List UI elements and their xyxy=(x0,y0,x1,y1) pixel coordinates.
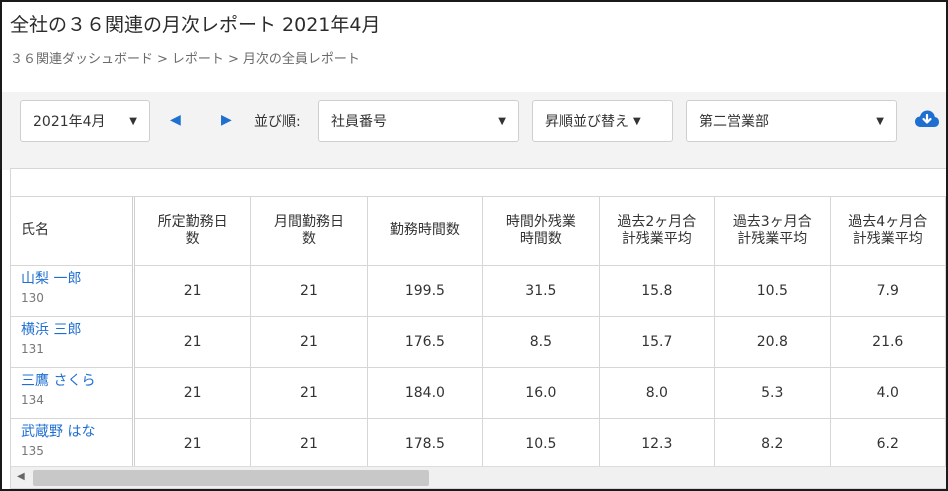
scroll-left-icon[interactable]: ◀ xyxy=(17,471,25,482)
table-cell: 178.5 xyxy=(367,418,484,470)
toolbar: 2021年4月 ▼ ◀ ▶ 並び順: 社員番号 ▼ 昇順並び替え ▼ 第二営業部… xyxy=(2,92,946,150)
table-cell: 6.2 xyxy=(830,418,946,470)
employee-cell: 三鷹 さくら 134 xyxy=(11,367,135,419)
table-cell: 21 xyxy=(250,367,368,419)
employee-id: 134 xyxy=(21,392,44,407)
table-cell: 20.8 xyxy=(714,316,831,368)
table-cell: 15.8 xyxy=(599,265,716,317)
table-cell: 12.3 xyxy=(599,418,716,470)
horizontal-scrollbar[interactable]: ◀ xyxy=(11,466,946,488)
table-cell: 21 xyxy=(133,265,252,317)
triangle-right-icon[interactable]: ▶ xyxy=(221,112,232,128)
sort-order-label: 昇順並び替え xyxy=(545,114,629,130)
employee-cell: 横浜 三郎 131 xyxy=(11,316,135,368)
breadcrumb-report[interactable]: レポート xyxy=(172,48,224,67)
sort-field-value: 社員番号 xyxy=(331,114,387,130)
employee-id: 130 xyxy=(21,290,44,305)
employee-cell: 山梨 一郎 130 xyxy=(11,265,135,317)
sort-label: 並び順: xyxy=(254,114,301,130)
page-header: 全社の３６関連の月次レポート 2021年4月 ３６関連ダッシュボード > レポート >… xyxy=(2,2,946,92)
caret-down-icon: ▼ xyxy=(633,115,641,127)
scrollbar-thumb[interactable] xyxy=(33,470,429,486)
employee-name-link[interactable]: 三鷹 さくら xyxy=(21,372,132,390)
table-cell: 21 xyxy=(133,367,252,419)
table-cell: 8.2 xyxy=(714,418,831,470)
table-cell: 10.5 xyxy=(714,265,831,317)
table-cell: 15.7 xyxy=(599,316,716,368)
table-cell: 16.0 xyxy=(482,367,600,419)
table-cell: 21 xyxy=(133,316,252,368)
column-header-overtime-hours[interactable]: 時間外残業 時間数 xyxy=(482,197,600,266)
breadcrumb-monthly-all: 月次の全員レポート xyxy=(242,52,360,67)
caret-down-icon: ▼ xyxy=(876,115,884,127)
table-cell: 184.0 xyxy=(367,367,484,419)
table-row: 武蔵野 はな 135 21 21 178.5 10.5 12.3 8.2 6.2 xyxy=(11,418,946,470)
table-row: 山梨 一郎 130 21 21 199.5 31.5 15.8 10.5 7.9 xyxy=(11,265,946,317)
sort-order-button[interactable]: 昇順並び替え ▼ xyxy=(532,100,673,142)
employee-cell: 武蔵野 はな 135 xyxy=(11,418,135,470)
table-row: 三鷹 さくら 134 21 21 184.0 16.0 8.0 5.3 4.0 xyxy=(11,367,946,419)
table-cell: 10.5 xyxy=(482,418,600,470)
table-cell: 21 xyxy=(250,418,368,470)
department-select[interactable]: 第二営業部 ▼ xyxy=(686,100,897,142)
employee-id: 135 xyxy=(21,443,44,458)
page-title: 全社の３６関連の月次レポート 2021年4月 xyxy=(10,14,381,36)
table-cell: 8.5 xyxy=(482,316,600,368)
table-cell: 8.0 xyxy=(599,367,716,419)
employee-id: 131 xyxy=(21,341,44,356)
employee-name-link[interactable]: 横浜 三郎 xyxy=(21,321,132,339)
breadcrumb-separator: > xyxy=(227,52,239,67)
column-header-worked-days[interactable]: 月間勤務日数 xyxy=(250,197,368,266)
column-header-avg-2months[interactable]: 過去2ヶ月合 計残業平均 xyxy=(599,197,716,266)
breadcrumb-dashboard[interactable]: ３６関連ダッシュボード xyxy=(10,48,153,67)
caret-down-icon: ▼ xyxy=(498,115,506,127)
month-select[interactable]: 2021年4月 ▼ xyxy=(20,100,150,142)
month-select-value: 2021年4月 xyxy=(33,114,106,130)
sort-field-select[interactable]: 社員番号 ▼ xyxy=(318,100,519,142)
table-row: 横浜 三郎 131 21 21 176.5 8.5 15.7 20.8 21.6 xyxy=(11,316,946,368)
table-header-row: 氏名 所定勤務日数 月間勤務日数 勤務時間数 時間外残業 時間数 過去2ヶ月合 計残… xyxy=(11,197,946,266)
table-cell: 5.3 xyxy=(714,367,831,419)
table-cell: 4.0 xyxy=(830,367,946,419)
triangle-left-icon[interactable]: ◀ xyxy=(170,112,181,128)
employee-name-link[interactable]: 山梨 一郎 xyxy=(21,270,132,288)
toolbar-spacer xyxy=(2,150,946,170)
breadcrumb: ３６関連ダッシュボード > レポート > 月次の全員レポート xyxy=(10,48,360,67)
table-cell: 21 xyxy=(250,265,368,317)
table-cell: 21 xyxy=(250,316,368,368)
cloud-download-icon[interactable] xyxy=(914,108,940,130)
column-header-work-hours[interactable]: 勤務時間数 xyxy=(367,197,484,266)
table-top-spacer xyxy=(11,169,946,197)
column-header-avg-4months[interactable]: 過去4ヶ月合 計残業平均 xyxy=(830,197,946,266)
column-header-name[interactable]: 氏名 xyxy=(11,197,135,266)
table-cell: 31.5 xyxy=(482,265,600,317)
column-header-scheduled-days[interactable]: 所定勤務日数 xyxy=(133,197,252,266)
caret-down-icon: ▼ xyxy=(129,115,137,127)
report-window: 全社の３６関連の月次レポート 2021年4月 ３６関連ダッシュボード > レポート >… xyxy=(0,0,948,491)
column-header-avg-3months[interactable]: 過去3ヶ月合 計残業平均 xyxy=(714,197,831,266)
table-cell: 7.9 xyxy=(830,265,946,317)
report-table-container: 氏名 所定勤務日数 月間勤務日数 勤務時間数 時間外残業 時間数 過去2ヶ月合 計残… xyxy=(10,168,946,489)
department-value: 第二営業部 xyxy=(699,114,769,130)
table-cell: 199.5 xyxy=(367,265,484,317)
table-cell: 21.6 xyxy=(830,316,946,368)
table-cell: 21 xyxy=(133,418,252,470)
table-cell: 176.5 xyxy=(367,316,484,368)
breadcrumb-separator: > xyxy=(157,52,168,67)
employee-name-link[interactable]: 武蔵野 はな xyxy=(21,423,132,441)
report-table: 氏名 所定勤務日数 月間勤務日数 勤務時間数 時間外残業 時間数 過去2ヶ月合 計残… xyxy=(11,197,946,470)
